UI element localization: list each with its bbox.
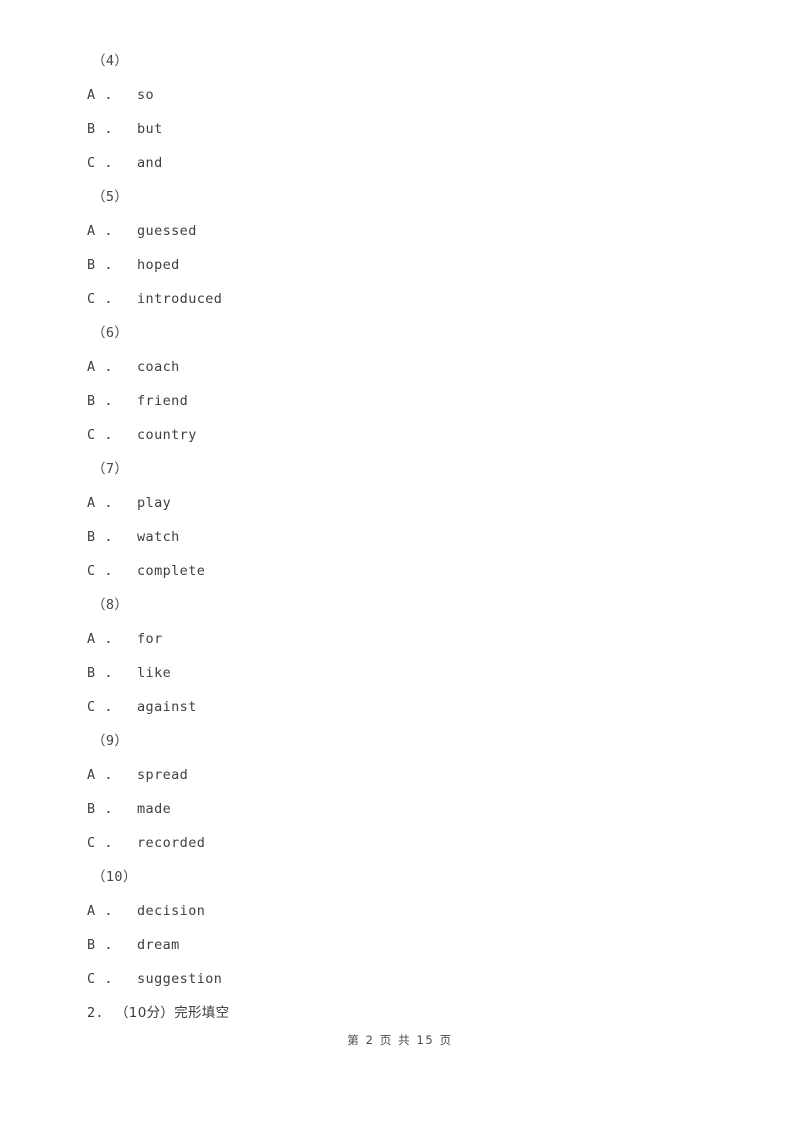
option-letter: C <box>87 291 96 307</box>
answer-option[interactable]: B ． made <box>87 792 727 826</box>
option-separator: ． <box>105 257 119 273</box>
option-separator: ． <box>105 665 119 681</box>
answer-option[interactable]: C ． against <box>87 690 727 724</box>
option-separator: ． <box>105 529 119 545</box>
option-letter: B <box>87 393 96 409</box>
option-text: coach <box>137 359 180 375</box>
option-letter: C <box>87 427 96 443</box>
option-text: like <box>137 665 172 681</box>
option-text: recorded <box>137 835 206 851</box>
option-separator: ． <box>105 631 119 647</box>
option-text: made <box>137 801 172 817</box>
question-stem: （9） <box>92 733 129 749</box>
option-text: play <box>137 495 172 511</box>
answer-option[interactable]: A ． coach <box>87 350 727 384</box>
answer-option[interactable]: B ． but <box>87 112 727 146</box>
option-text: decision <box>137 903 206 919</box>
answer-option[interactable]: B ． hoped <box>87 248 727 282</box>
option-letter: C <box>87 971 96 987</box>
option-text: guessed <box>137 223 197 239</box>
answer-option[interactable]: C ． complete <box>87 554 727 588</box>
option-separator: ． <box>105 87 119 103</box>
option-letter: A <box>87 359 96 375</box>
option-letter: C <box>87 155 96 171</box>
option-letter: A <box>87 767 96 783</box>
option-text: hoped <box>137 257 180 273</box>
option-letter: A <box>87 87 96 103</box>
option-separator: ． <box>105 903 119 919</box>
option-letter: B <box>87 665 96 681</box>
option-separator: ． <box>105 427 119 443</box>
section-title: 完形填空 <box>174 1005 230 1021</box>
question-stem: （6） <box>92 325 129 341</box>
option-letter: C <box>87 563 96 579</box>
option-letter: B <box>87 121 96 137</box>
answer-option[interactable]: A ． spread <box>87 758 727 792</box>
option-text: so <box>137 87 155 103</box>
answer-option[interactable]: A ． for <box>87 622 727 656</box>
answer-option[interactable]: C ． introduced <box>87 282 727 316</box>
answer-option[interactable]: B ． friend <box>87 384 727 418</box>
option-separator: ． <box>105 223 119 239</box>
option-text: for <box>137 631 163 647</box>
question-stem: （7） <box>92 461 129 477</box>
option-separator: ． <box>105 393 119 409</box>
option-text: suggestion <box>137 971 223 987</box>
option-text: complete <box>137 563 206 579</box>
section-score: （10分） <box>115 1005 175 1021</box>
section-number: 2. <box>87 1005 104 1021</box>
option-text: country <box>137 427 197 443</box>
option-letter: A <box>87 631 96 647</box>
option-text: spread <box>137 767 189 783</box>
option-letter: A <box>87 223 96 239</box>
option-separator: ． <box>105 835 119 851</box>
option-separator: ． <box>105 971 119 987</box>
option-text: dream <box>137 937 180 953</box>
option-separator: ． <box>105 121 119 137</box>
option-letter: B <box>87 937 96 953</box>
page-footer: 第 2 页 共 15 页 <box>347 1033 453 1047</box>
answer-option[interactable]: B ． dream <box>87 928 727 962</box>
question-stem: （8） <box>92 597 129 613</box>
option-separator: ． <box>105 359 119 375</box>
answer-option[interactable]: A ． play <box>87 486 727 520</box>
answer-option[interactable]: A ． decision <box>87 894 727 928</box>
answer-option[interactable]: C ． country <box>87 418 727 452</box>
option-separator: ． <box>105 699 119 715</box>
question-stem: （10） <box>92 869 137 885</box>
answer-option[interactable]: C ． suggestion <box>87 962 727 996</box>
option-text: but <box>137 121 163 137</box>
option-letter: A <box>87 495 96 511</box>
option-separator: ． <box>105 937 119 953</box>
option-text: friend <box>137 393 189 409</box>
answer-option[interactable]: C ． and <box>87 146 727 180</box>
answer-option[interactable]: C ． recorded <box>87 826 727 860</box>
option-letter: B <box>87 529 96 545</box>
option-letter: C <box>87 835 96 851</box>
section-heading: 2. （10分）完形填空 <box>87 996 727 1030</box>
option-letter: A <box>87 903 96 919</box>
answer-option[interactable]: B ． watch <box>87 520 727 554</box>
option-separator: ． <box>105 563 119 579</box>
option-text: and <box>137 155 163 171</box>
option-letter: B <box>87 801 96 817</box>
answer-option[interactable]: A ． guessed <box>87 214 727 248</box>
option-text: watch <box>137 529 180 545</box>
option-text: against <box>137 699 197 715</box>
option-separator: ． <box>105 801 119 817</box>
option-separator: ． <box>105 767 119 783</box>
answer-option[interactable]: A ． so <box>87 78 727 112</box>
document-page: （4） A ． so B ． but C ． and （5） A ． guessed B ．… <box>0 0 800 1132</box>
option-separator: ． <box>105 495 119 511</box>
option-text: introduced <box>137 291 223 307</box>
option-letter: B <box>87 257 96 273</box>
option-separator: ． <box>105 291 119 307</box>
option-separator: ． <box>105 155 119 171</box>
option-letter: C <box>87 699 96 715</box>
question-stem: （4） <box>92 53 129 69</box>
question-stem: （5） <box>92 189 129 205</box>
question-list: （4） A ． so B ． but C ． and （5） A ． guessed B ．… <box>87 44 727 1030</box>
answer-option[interactable]: B ． like <box>87 656 727 690</box>
